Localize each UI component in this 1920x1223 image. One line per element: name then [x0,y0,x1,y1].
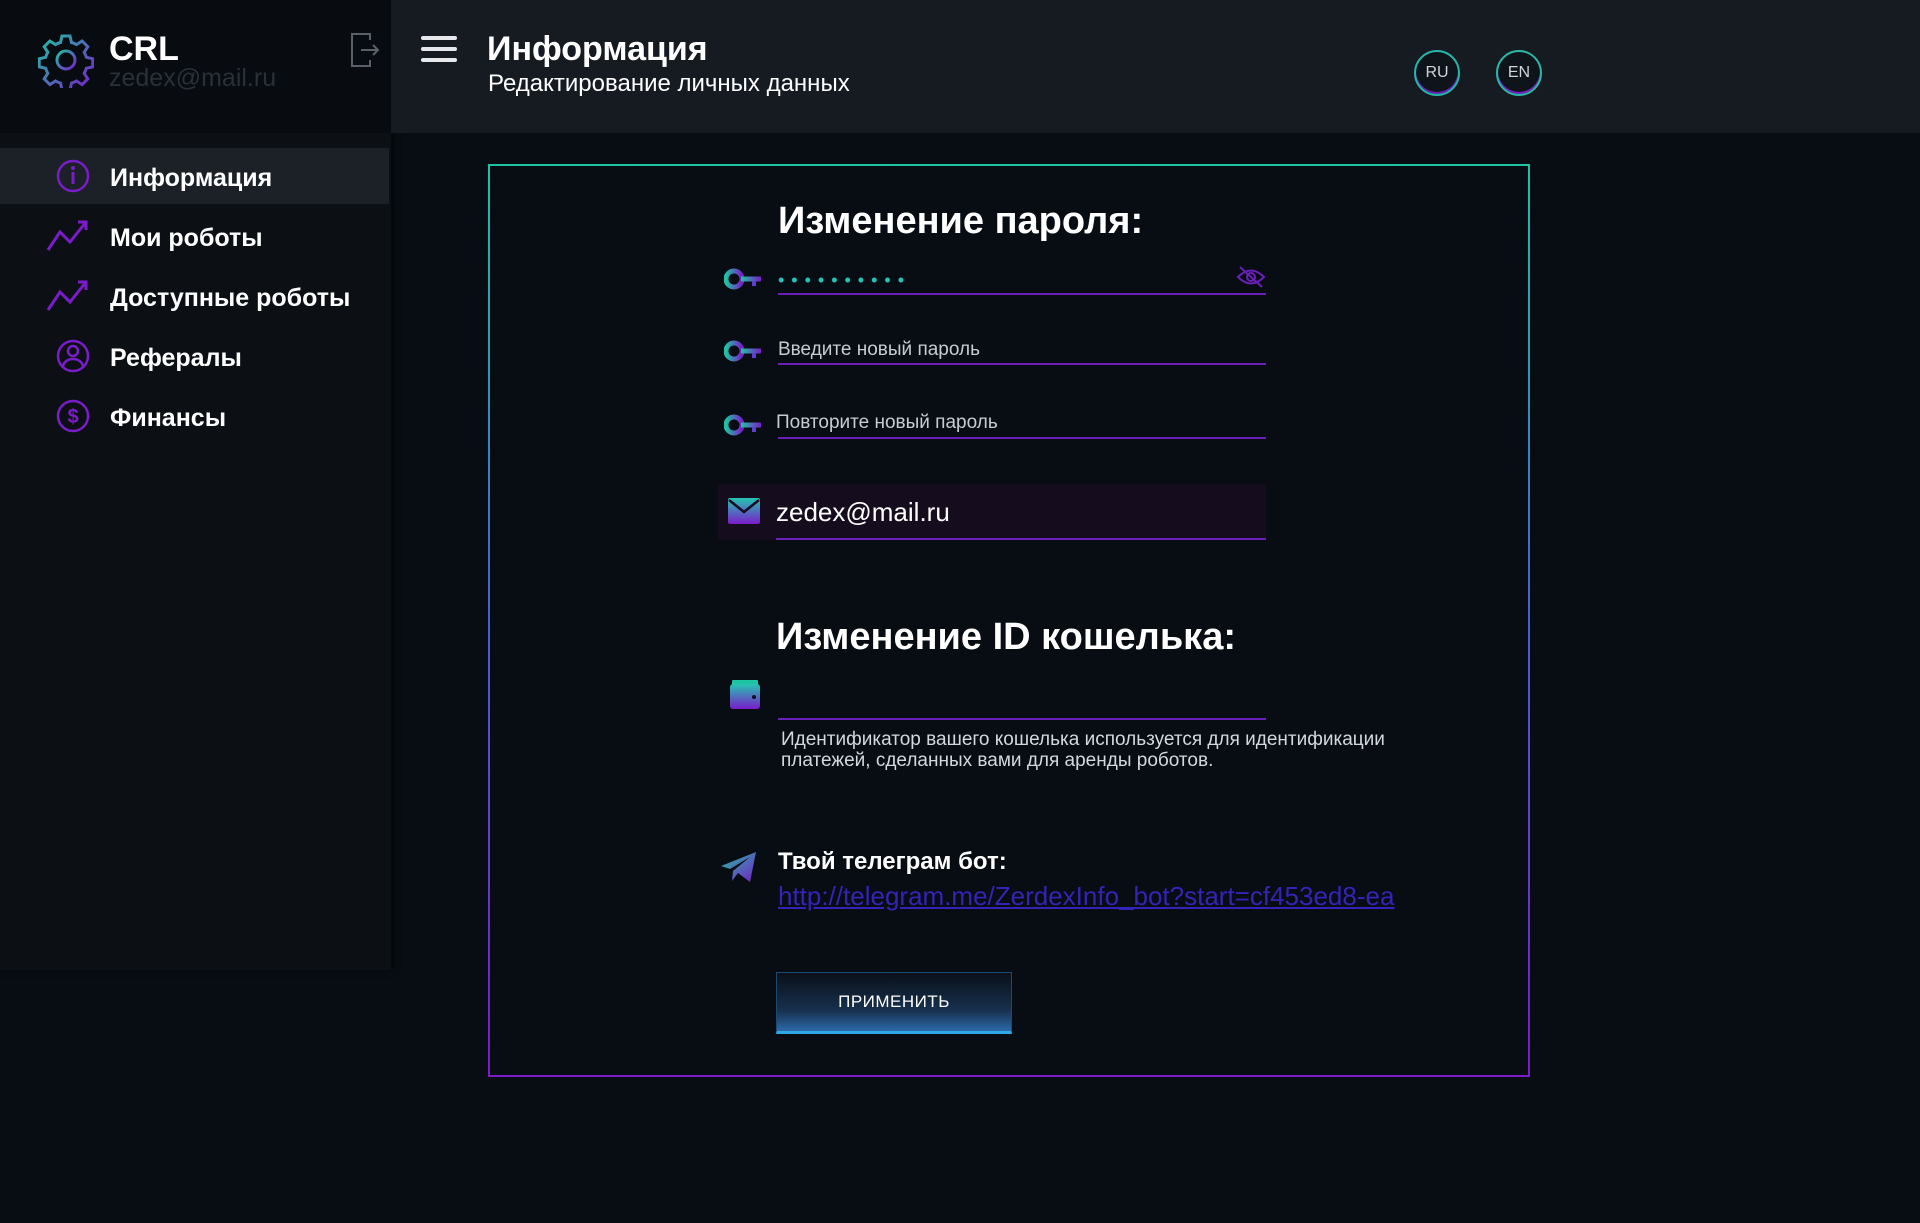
language-en-button[interactable]: EN [1496,50,1542,96]
trend-icon [46,280,88,311]
email-value: zedex@mail.ru [776,497,950,527]
sidebar-item-label: Рефералы [110,344,242,372]
new-password-input[interactable]: Введите новый пароль [778,339,980,361]
profile-edit-card: Изменение пароля: •••••••••• Введите нов… [488,164,1530,1077]
wallet-id-underline [778,718,1266,720]
hamburger-menu-icon[interactable] [421,34,457,64]
sidebar-item-my-robots[interactable]: Мои роботы [0,208,391,264]
sidebar-nav: Информация Мои роботы Доступные роботы Р… [0,148,391,448]
password-section-title: Изменение пароля: [778,200,1144,242]
telegram-bot-link[interactable]: http://telegram.me/ZerdexInfo_bot?start=… [778,881,1394,912]
telegram-title: Твой телеграм бот: [778,848,1007,875]
dollar-icon: $ [56,399,90,433]
repeat-password-underline [778,437,1266,439]
logout-icon[interactable] [350,32,380,68]
telegram-icon [721,852,756,882]
sidebar-item-label: Мои роботы [110,224,263,252]
sidebar-item-available-robots[interactable]: Доступные роботы [0,268,391,324]
sidebar-item-referrals[interactable]: Рефералы [0,328,391,384]
sidebar-item-label: Информация [110,164,273,192]
trend-icon [46,220,88,251]
sidebar-item-information[interactable]: Информация [0,148,389,204]
sidebar-item-label: Доступные роботы [110,284,351,312]
key-icon [724,414,761,436]
sidebar-item-label: Финансы [110,404,227,432]
top-header: Информация Редактирование личных данных … [391,0,1920,133]
eye-slash-icon[interactable] [1236,264,1266,290]
brand-block: CRL zedex@mail.ru [0,0,391,133]
wallet-icon [730,680,760,709]
new-password-underline [778,363,1266,365]
sidebar-item-finance[interactable]: $ Финансы [0,388,391,444]
current-password-input[interactable]: •••••••••• [778,270,911,291]
page-subtitle: Редактирование личных данных [488,70,850,97]
apply-button[interactable]: ПРИМЕНИТЬ [776,972,1012,1034]
gear-icon [38,34,94,88]
key-icon [724,268,761,290]
info-icon [56,159,90,193]
email-underline [776,538,1266,540]
svg-text:$: $ [67,406,78,428]
user-email: zedex@mail.ru [109,64,277,92]
wallet-section-title: Изменение ID кошелька: [776,616,1236,658]
key-icon [724,340,761,362]
wallet-help-text: Идентификатор вашего кошелька использует… [781,729,1385,771]
user-icon [56,339,90,373]
repeat-password-input[interactable]: Повторите новый пароль [776,412,998,434]
mail-icon [728,498,760,524]
current-password-underline [778,293,1266,295]
page-title: Информация [487,30,708,68]
language-ru-button[interactable]: RU [1414,50,1460,96]
email-field[interactable]: zedex@mail.ru [718,484,1266,540]
sidebar: CRL zedex@mail.ru Информация Мои роботы … [0,0,391,970]
